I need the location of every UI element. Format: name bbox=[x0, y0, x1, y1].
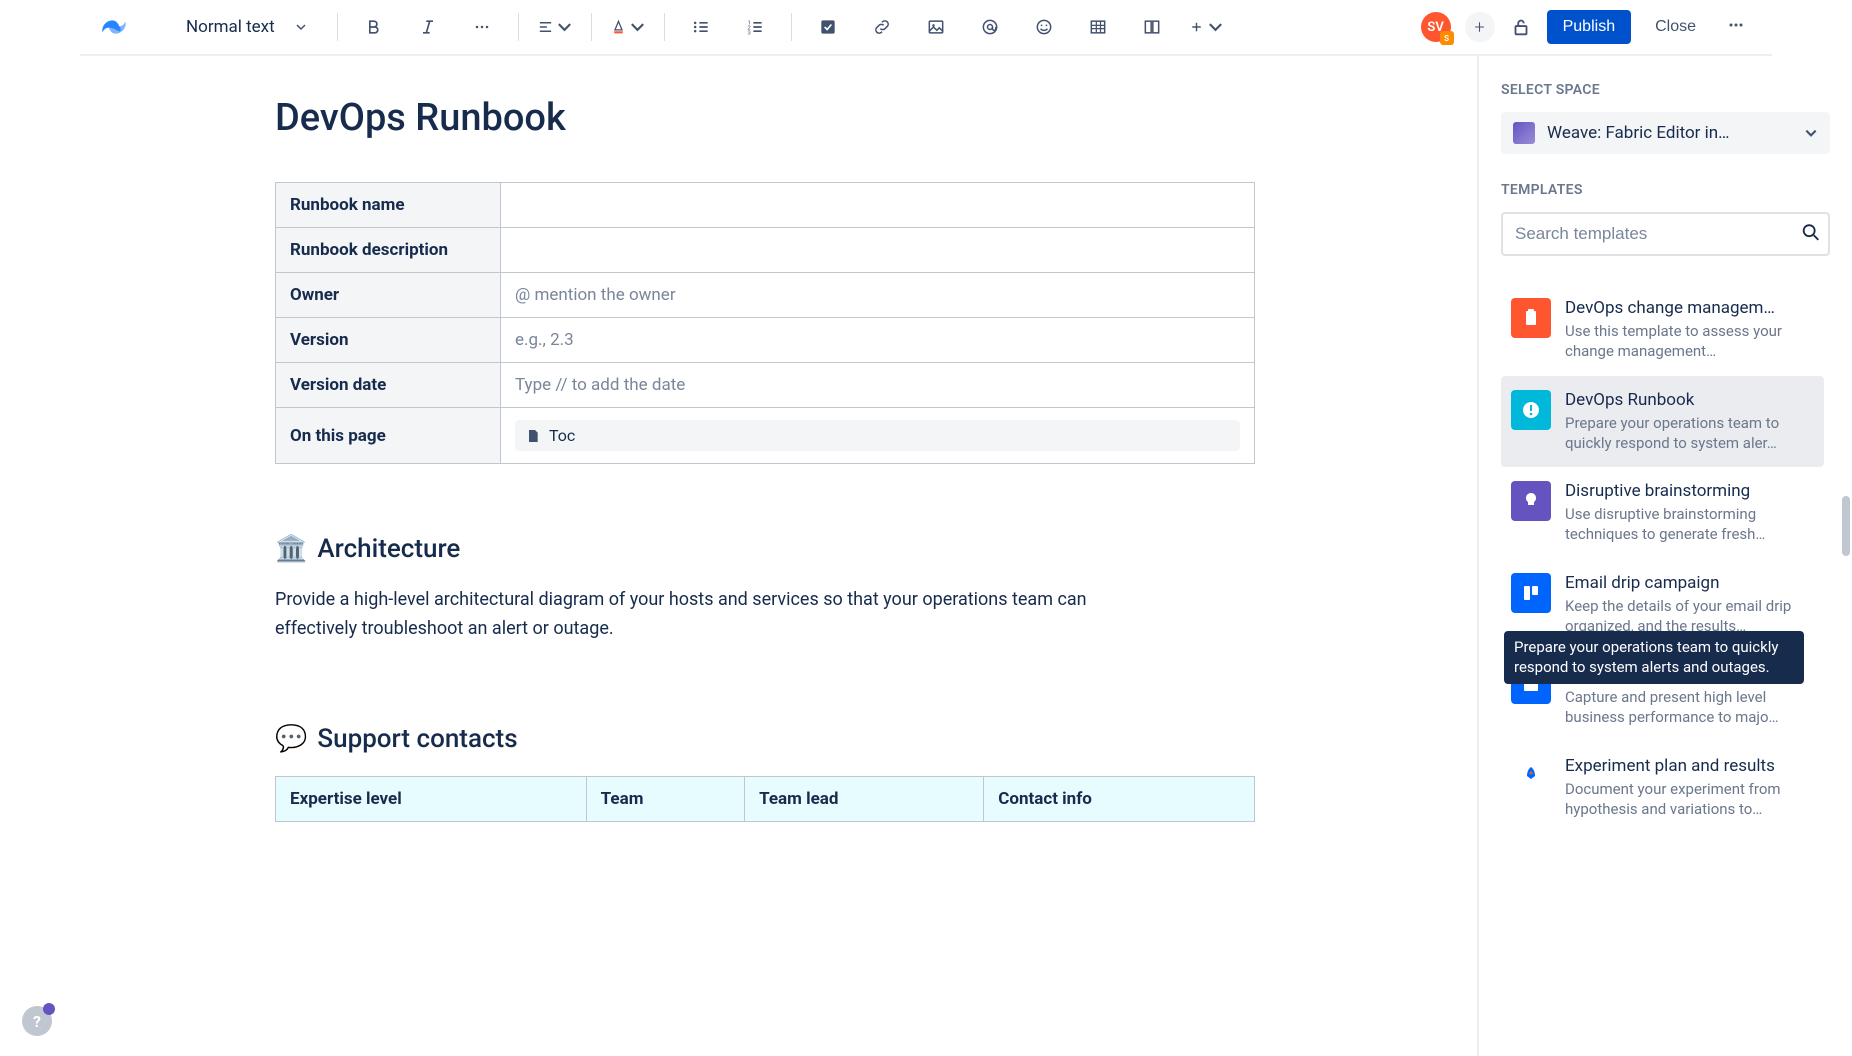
template-icon bbox=[1511, 573, 1551, 613]
architecture-body[interactable]: Provide a high-level architectural diagr… bbox=[275, 586, 1155, 644]
layouts-button[interactable] bbox=[1134, 9, 1170, 45]
more-formatting-button[interactable] bbox=[464, 9, 500, 45]
help-button[interactable]: ? bbox=[22, 1006, 52, 1036]
publish-button[interactable]: Publish bbox=[1547, 10, 1631, 44]
action-item-button[interactable] bbox=[810, 9, 846, 45]
meta-value[interactable]: @ mention the owner bbox=[501, 273, 1255, 318]
bold-button[interactable] bbox=[356, 9, 392, 45]
editor-canvas[interactable]: DevOps Runbook Runbook name Runbook desc… bbox=[0, 56, 1477, 1056]
table-button[interactable] bbox=[1080, 9, 1116, 45]
templates-sidebar: SELECT SPACE Weave: Fabric Editor in… TE… bbox=[1477, 56, 1852, 1056]
chevron-down-icon bbox=[1804, 126, 1818, 140]
speech-bubble-icon: 💬 bbox=[275, 724, 307, 754]
search-button[interactable] bbox=[1800, 222, 1822, 247]
template-desc: Use this template to assess your change … bbox=[1565, 321, 1814, 362]
template-desc: Document your experiment from hypothesis… bbox=[1565, 779, 1814, 820]
column-header[interactable]: Contact info bbox=[984, 776, 1255, 821]
meta-label[interactable]: Version date bbox=[276, 363, 501, 408]
template-title: Experiment plan and results bbox=[1565, 756, 1814, 776]
image-button[interactable] bbox=[918, 9, 954, 45]
bullet-list-button[interactable] bbox=[683, 9, 719, 45]
italic-button[interactable] bbox=[410, 9, 446, 45]
mention-button[interactable] bbox=[972, 9, 1008, 45]
insert-button[interactable] bbox=[1188, 9, 1224, 45]
editor-toolbar: Normal text 123 SV bbox=[80, 0, 1772, 56]
meta-label[interactable]: Version bbox=[276, 318, 501, 363]
more-actions-button[interactable] bbox=[1720, 9, 1752, 45]
text-style-dropdown[interactable]: Normal text bbox=[186, 17, 319, 37]
column-header[interactable]: Team lead bbox=[745, 776, 984, 821]
support-contacts-table: Expertise level Team Team lead Contact i… bbox=[275, 776, 1255, 822]
meta-label[interactable]: Runbook name bbox=[276, 183, 501, 228]
space-icon bbox=[1513, 122, 1535, 144]
numbered-list-button[interactable]: 123 bbox=[737, 9, 773, 45]
column-header[interactable]: Team bbox=[586, 776, 744, 821]
template-desc: Use disruptive brainstorming techniques … bbox=[1565, 504, 1814, 545]
template-icon bbox=[1511, 756, 1551, 796]
building-icon: 🏛️ bbox=[275, 534, 307, 564]
link-button[interactable] bbox=[864, 9, 900, 45]
space-selector[interactable]: Weave: Fabric Editor in… bbox=[1501, 112, 1830, 154]
user-avatar[interactable]: SV S bbox=[1421, 12, 1451, 42]
template-title: Email drip campaign bbox=[1565, 573, 1814, 593]
meta-value[interactable]: Type // to add the date bbox=[501, 363, 1255, 408]
template-icon bbox=[1511, 298, 1551, 338]
template-title: DevOps Runbook bbox=[1565, 390, 1814, 410]
template-item[interactable]: DevOps Runbook Prepare your operations te… bbox=[1501, 376, 1824, 468]
confluence-logo-icon bbox=[100, 13, 128, 41]
column-header[interactable]: Expertise level bbox=[276, 776, 587, 821]
meta-value[interactable]: e.g., 2.3 bbox=[501, 318, 1255, 363]
template-item[interactable]: Disruptive brainstorming Use disruptive b… bbox=[1501, 467, 1824, 559]
template-desc: Prepare your operations team to quickly … bbox=[1565, 413, 1814, 454]
template-desc: Capture and present high level business … bbox=[1565, 687, 1814, 728]
restrictions-button[interactable] bbox=[1509, 15, 1533, 39]
templates-label: TEMPLATES bbox=[1501, 182, 1830, 198]
svg-text:3: 3 bbox=[747, 31, 750, 37]
template-title: DevOps change managem… bbox=[1565, 298, 1814, 318]
chevron-down-icon bbox=[295, 21, 307, 33]
page-title[interactable]: DevOps Runbook bbox=[275, 96, 1255, 140]
support-contacts-heading[interactable]: 💬 Support contacts bbox=[275, 724, 1255, 754]
architecture-heading[interactable]: 🏛️ Architecture bbox=[275, 534, 1255, 564]
template-list: DevOps change managem… Use this template … bbox=[1501, 284, 1830, 833]
avatar-badge: S bbox=[1440, 31, 1454, 45]
meta-label[interactable]: Runbook description bbox=[276, 228, 501, 273]
scrollbar-thumb[interactable] bbox=[1842, 496, 1850, 556]
emoji-button[interactable] bbox=[1026, 9, 1062, 45]
template-search-input[interactable] bbox=[1501, 212, 1830, 256]
search-icon bbox=[1800, 222, 1822, 244]
meta-label[interactable]: On this page bbox=[276, 408, 501, 464]
toc-macro[interactable]: Toc bbox=[515, 420, 1240, 451]
meta-label[interactable]: Owner bbox=[276, 273, 501, 318]
meta-value[interactable]: Toc bbox=[501, 408, 1255, 464]
document-icon bbox=[525, 428, 541, 444]
template-icon bbox=[1511, 390, 1551, 430]
metadata-table: Runbook name Runbook description Owner@ … bbox=[275, 182, 1255, 464]
template-title: Disruptive brainstorming bbox=[1565, 481, 1814, 501]
meta-value[interactable] bbox=[501, 183, 1255, 228]
invite-button[interactable]: + bbox=[1465, 12, 1495, 42]
close-button[interactable]: Close bbox=[1645, 10, 1706, 44]
meta-value[interactable] bbox=[501, 228, 1255, 273]
template-tooltip: Prepare your operations team to quickly … bbox=[1504, 631, 1804, 684]
text-color-button[interactable] bbox=[610, 9, 646, 45]
template-icon bbox=[1511, 481, 1551, 521]
template-item[interactable]: Experiment plan and results Document your… bbox=[1501, 742, 1824, 834]
template-item[interactable]: DevOps change managem… Use this template … bbox=[1501, 284, 1824, 376]
select-space-label: SELECT SPACE bbox=[1501, 82, 1830, 98]
notification-dot bbox=[43, 1003, 55, 1015]
align-button[interactable] bbox=[537, 9, 573, 45]
template-desc: Keep the details of your email drip orga… bbox=[1565, 596, 1814, 637]
